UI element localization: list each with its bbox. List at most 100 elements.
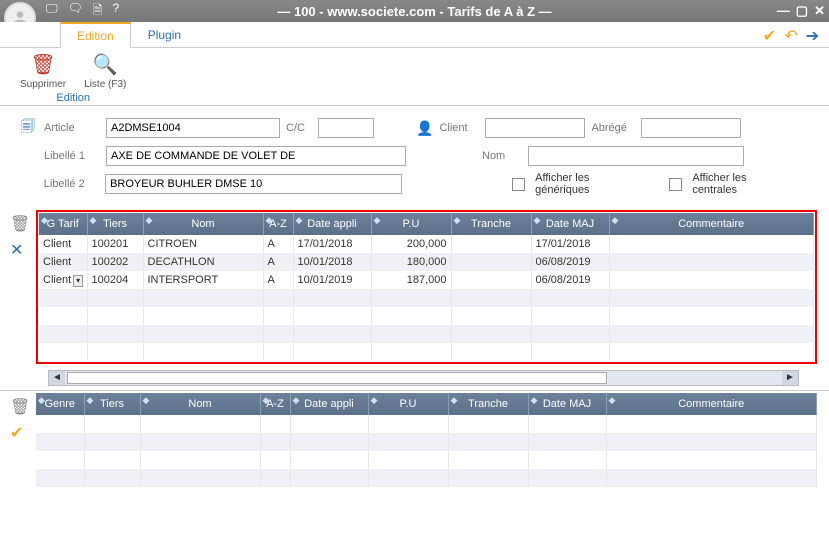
afficher-centrales-checkbox[interactable] bbox=[669, 178, 682, 191]
sort-icon[interactable]: ◆ bbox=[293, 395, 300, 406]
next-icon[interactable]: ➔ bbox=[806, 26, 819, 46]
article-label: Article bbox=[44, 122, 100, 134]
window-controls: — ▢ ✕ bbox=[777, 3, 825, 19]
libelle1-label: Libellé 1 bbox=[44, 150, 100, 162]
col-commentaire[interactable]: ◆Commentaire bbox=[606, 393, 817, 415]
table-row[interactable] bbox=[36, 451, 817, 469]
col-pu[interactable]: ◆P.U bbox=[368, 393, 448, 415]
col-date-maj[interactable]: ◆Date MAJ bbox=[528, 393, 606, 415]
cc-label: C/C bbox=[286, 122, 312, 134]
col-tranche[interactable]: ◆Tranche bbox=[451, 213, 531, 235]
sort-icon[interactable]: ◆ bbox=[374, 215, 381, 226]
grid1-cancel-icon[interactable]: ✕ bbox=[10, 240, 30, 260]
toolbar-group-label: Edition bbox=[56, 92, 90, 104]
scroll-right-icon[interactable]: ► bbox=[782, 371, 798, 385]
client-input[interactable] bbox=[485, 118, 585, 138]
col-gtarif[interactable]: ◆G Tarif bbox=[39, 213, 87, 235]
col-genre[interactable]: ◆Genre bbox=[36, 393, 84, 415]
afficher-generiques-checkbox[interactable] bbox=[512, 178, 525, 191]
table-row[interactable] bbox=[36, 415, 817, 433]
col-tiers[interactable]: ◆Tiers bbox=[84, 393, 140, 415]
nom-label: Nom bbox=[482, 150, 522, 162]
table-row[interactable]: Client100202DECATHLONA10/01/2018180,0000… bbox=[39, 253, 814, 271]
grid2: ◆Genre ◆Tiers ◆Nom ◆A-Z ◆Date appli ◆P.U… bbox=[36, 393, 817, 487]
sort-icon[interactable]: ◆ bbox=[263, 395, 270, 406]
col-tiers[interactable]: ◆Tiers bbox=[87, 213, 143, 235]
article-input[interactable] bbox=[106, 118, 280, 138]
minimize-icon[interactable]: — bbox=[777, 3, 790, 19]
sort-icon[interactable]: ◆ bbox=[266, 215, 273, 226]
close-icon[interactable]: ✕ bbox=[814, 3, 825, 19]
liste-label: Liste (F3) bbox=[84, 79, 126, 90]
col-nom[interactable]: ◆Nom bbox=[143, 213, 263, 235]
horizontal-scrollbar[interactable]: ◄ ► bbox=[48, 370, 799, 386]
afficher-generiques-label: Afficher les génériques bbox=[535, 172, 645, 196]
confirm-icon[interactable]: ✔ bbox=[763, 26, 776, 46]
monitor-icon[interactable]: 🖵 bbox=[46, 1, 58, 22]
tab-edition[interactable]: Edition bbox=[60, 22, 131, 48]
sort-icon[interactable]: ◆ bbox=[90, 215, 97, 226]
sort-icon[interactable]: ◆ bbox=[38, 395, 45, 406]
dropdown-icon[interactable]: ▾ bbox=[73, 275, 83, 287]
sort-icon[interactable]: ◆ bbox=[534, 215, 541, 226]
liste-button[interactable]: 🔍 Liste (F3) bbox=[84, 52, 126, 90]
sort-icon[interactable]: ◆ bbox=[87, 395, 94, 406]
col-date-appli[interactable]: ◆Date appli bbox=[290, 393, 368, 415]
col-az[interactable]: ◆A-Z bbox=[263, 213, 293, 235]
col-commentaire[interactable]: ◆Commentaire bbox=[609, 213, 814, 235]
table-row[interactable]: Client▾100204INTERSPORTA10/01/2019187,00… bbox=[39, 271, 814, 289]
maximize-icon[interactable]: ▢ bbox=[796, 3, 808, 19]
libelle1-input[interactable] bbox=[106, 146, 406, 166]
sort-icon[interactable]: ◆ bbox=[371, 395, 378, 406]
abrege-label: Abrégé bbox=[591, 122, 635, 134]
help-icon[interactable]: ? bbox=[112, 1, 119, 22]
search-icon: 🔍 bbox=[93, 52, 118, 77]
undo-icon[interactable]: ↶ bbox=[784, 26, 797, 46]
col-date-maj[interactable]: ◆Date MAJ bbox=[531, 213, 609, 235]
table-row[interactable] bbox=[39, 325, 814, 343]
toolbar: 🗑 Supprimer 🔍 Liste (F3) Edition bbox=[0, 48, 829, 106]
sort-icon[interactable]: ◆ bbox=[146, 215, 153, 226]
client-icon: 👤 bbox=[416, 120, 433, 137]
table-row[interactable] bbox=[39, 289, 814, 307]
sort-icon[interactable]: ◆ bbox=[451, 395, 458, 406]
grid1-highlight: ◆G Tarif ◆Tiers ◆Nom ◆A-Z ◆Date appli ◆P… bbox=[36, 210, 817, 364]
table-row[interactable] bbox=[39, 307, 814, 325]
grid1-wrap: 🗑 ✕ ◆G Tarif ◆Tiers ◆Nom ◆A-Z ◆Date appl… bbox=[0, 210, 829, 364]
col-pu[interactable]: ◆P.U bbox=[371, 213, 451, 235]
table-row[interactable] bbox=[39, 343, 814, 361]
nom-input[interactable] bbox=[528, 146, 744, 166]
sort-icon[interactable]: ◆ bbox=[454, 215, 461, 226]
libelle2-input[interactable] bbox=[105, 174, 401, 194]
grid2-confirm-icon[interactable]: ✔ bbox=[10, 423, 30, 443]
afficher-centrales-label: Afficher les centrales bbox=[692, 172, 793, 196]
grid1-delete-icon[interactable]: 🗑 bbox=[10, 214, 30, 234]
col-nom[interactable]: ◆Nom bbox=[140, 393, 260, 415]
table-row[interactable] bbox=[36, 433, 817, 451]
toolbar-group-edition: 🗑 Supprimer 🔍 Liste (F3) Edition bbox=[20, 52, 126, 105]
document-icon[interactable]: 🗎 bbox=[93, 1, 103, 22]
sort-icon[interactable]: ◆ bbox=[612, 215, 619, 226]
cc-input[interactable] bbox=[318, 118, 374, 138]
sort-icon[interactable]: ◆ bbox=[609, 395, 616, 406]
grid2-delete-icon[interactable]: 🗑 bbox=[10, 397, 30, 417]
sort-icon[interactable]: ◆ bbox=[296, 215, 303, 226]
supprimer-button[interactable]: 🗑 Supprimer bbox=[20, 52, 66, 90]
col-az[interactable]: ◆A-Z bbox=[260, 393, 290, 415]
scroll-left-icon[interactable]: ◄ bbox=[49, 371, 65, 385]
sort-icon[interactable]: ◆ bbox=[531, 395, 538, 406]
table-row[interactable] bbox=[36, 469, 817, 487]
chat-icon[interactable]: 🗨 bbox=[68, 1, 83, 22]
tab-plugin[interactable]: Plugin bbox=[131, 22, 198, 47]
scroll-thumb[interactable] bbox=[67, 372, 607, 384]
grid2-wrap: 🗑 ✔ ◆Genre ◆Tiers ◆Nom ◆A-Z ◆Date appli … bbox=[0, 393, 829, 487]
client-label: Client bbox=[439, 122, 479, 134]
sort-icon[interactable]: ◆ bbox=[143, 395, 150, 406]
trash-icon: 🗑 bbox=[30, 52, 55, 77]
col-tranche[interactable]: ◆Tranche bbox=[448, 393, 528, 415]
sort-icon[interactable]: ◆ bbox=[41, 215, 48, 226]
table-row[interactable]: Client100201CITROENA17/01/2018200,00017/… bbox=[39, 235, 814, 253]
abrege-input[interactable] bbox=[641, 118, 741, 138]
window-title: — 100 - www.societe.com - Tarifs de A à … bbox=[277, 4, 551, 19]
col-date-appli[interactable]: ◆Date appli bbox=[293, 213, 371, 235]
